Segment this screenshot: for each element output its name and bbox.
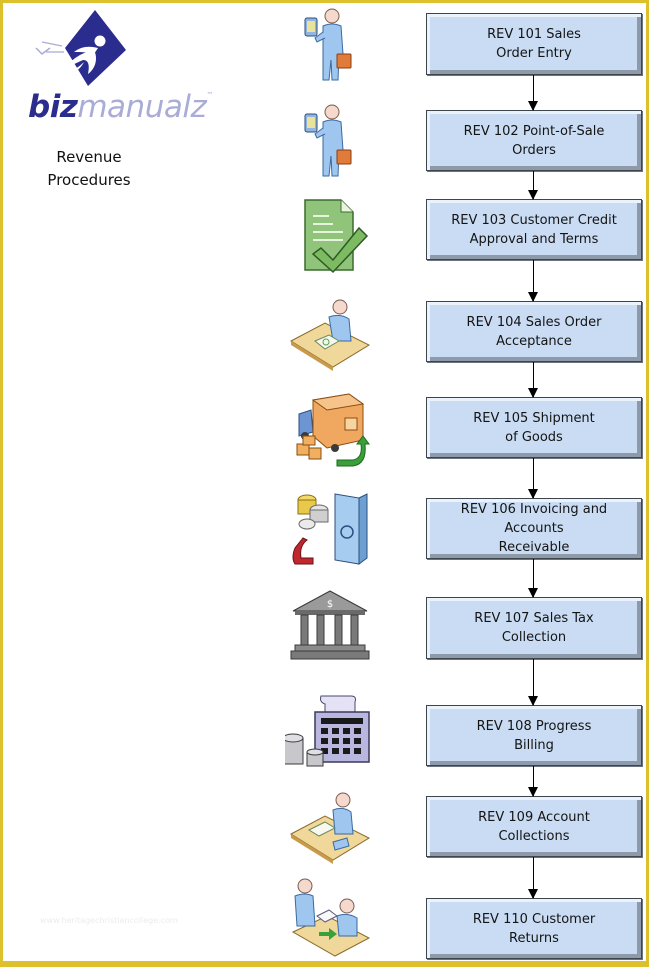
step-label: REV 109 Account Collections <box>478 809 590 844</box>
calculator-and-coins-icon <box>285 695 370 767</box>
logo-word-manualz: manualz <box>77 89 207 125</box>
flow-arrow <box>528 559 538 598</box>
logo-word-biz: biz <box>28 89 78 125</box>
flow-arrow <box>528 766 538 797</box>
step-label: REV 106 Invoicing and Accounts Receivabl… <box>460 502 608 555</box>
step-box-rev-102[interactable]: REV 102 Point-of-Sale Orders <box>426 110 642 171</box>
step-box-rev-109[interactable]: REV 109 Account Collections <box>426 796 642 857</box>
step-label: REV 105 Shipment of Goods <box>473 410 595 445</box>
logo-wordmark: bizmanualz™ <box>28 92 213 123</box>
flow-arrow <box>528 260 538 302</box>
step-box-rev-108[interactable]: REV 108 Progress Billing <box>426 705 642 766</box>
bizmanualz-logo: bizmanualz™ <box>28 8 213 123</box>
step-box-rev-103[interactable]: REV 103 Customer Credit Approval and Ter… <box>426 199 642 260</box>
flow-arrow <box>528 75 538 111</box>
coins-and-safe-icon <box>292 493 368 565</box>
government-building-icon: $ <box>290 590 370 660</box>
person-at-desk-phone-icon <box>289 792 371 864</box>
watermark: www.heritagechristiancollege.com <box>40 916 178 925</box>
flow-arrow <box>528 362 538 398</box>
page-title-text: Revenue Procedures <box>47 148 131 189</box>
flow-arrow <box>528 659 538 706</box>
delivery-truck-icon <box>296 393 370 467</box>
step-label: REV 102 Point-of-Sale Orders <box>463 123 605 158</box>
salesperson-with-device-icon <box>304 104 352 177</box>
flow-arrow <box>528 458 538 499</box>
step-box-rev-104[interactable]: REV 104 Sales Order Acceptance <box>426 301 642 362</box>
step-label: REV 103 Customer Credit Approval and Ter… <box>451 212 617 247</box>
customer-return-exchange-icon <box>291 878 371 957</box>
flow-arrow <box>528 171 538 200</box>
step-box-rev-110[interactable]: REV 110 Customer Returns <box>426 898 642 959</box>
step-box-rev-107[interactable]: REV 107 Sales Tax Collection <box>426 597 642 659</box>
salesperson-with-device-icon <box>304 8 352 81</box>
step-label: REV 110 Customer Returns <box>472 911 596 946</box>
logo-trademark: ™ <box>206 91 213 99</box>
person-at-desk-signing-icon <box>289 299 371 371</box>
approved-document-icon <box>304 199 369 274</box>
step-label: REV 108 Progress Billing <box>476 718 592 753</box>
step-label: REV 101 Sales Order Entry <box>487 27 581 61</box>
svg-text:$: $ <box>327 599 333 610</box>
step-label: REV 104 Sales Order Acceptance <box>466 314 602 349</box>
page-title: Revenue Procedures <box>20 146 158 192</box>
step-box-rev-101[interactable]: REV 101 Sales Order Entry <box>426 13 642 75</box>
step-box-rev-105[interactable]: REV 105 Shipment of Goods <box>426 397 642 458</box>
flow-arrow <box>528 857 538 899</box>
step-label: REV 107 Sales Tax Collection <box>474 611 594 645</box>
step-box-rev-106[interactable]: REV 106 Invoicing and Accounts Receivabl… <box>426 498 642 559</box>
logo-runner-icon <box>35 10 126 86</box>
